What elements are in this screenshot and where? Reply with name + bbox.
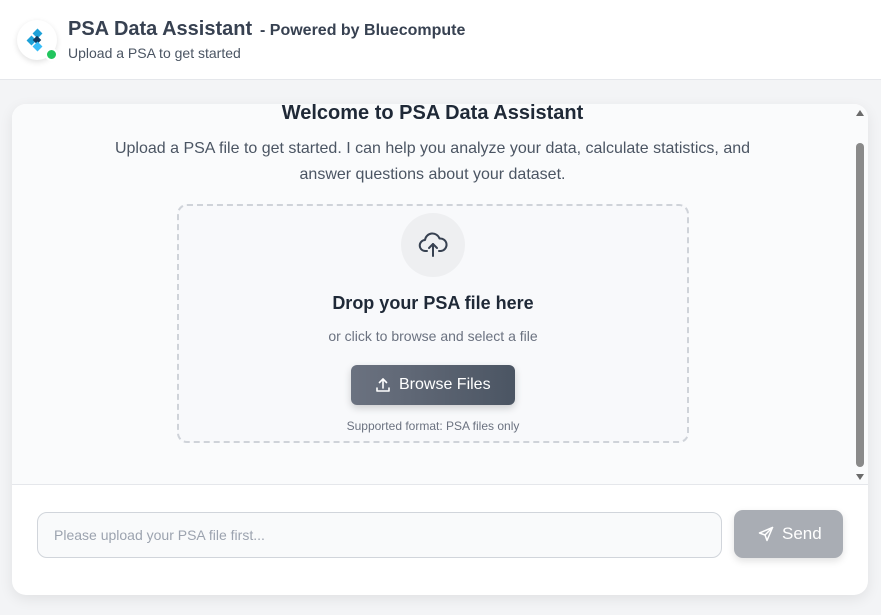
welcome-title: Welcome to PSA Data Assistant [281, 104, 584, 124]
app-header: PSA Data Assistant - Powered by Bluecomp… [0, 0, 881, 80]
scroll-up-arrow-icon[interactable] [856, 110, 864, 116]
message-input[interactable] [37, 512, 722, 558]
send-button[interactable]: Send [734, 510, 843, 558]
online-status-dot [45, 48, 58, 61]
app-subtitle: Upload a PSA to get started [68, 45, 241, 61]
send-icon [758, 526, 774, 542]
app-title: PSA Data Assistant [68, 18, 253, 40]
dropzone-subtitle: or click to browse and select a file [328, 328, 538, 344]
upload-icon-circle [401, 213, 465, 277]
chat-panel: Welcome to PSA Data Assistant Upload a P… [12, 104, 868, 595]
welcome-text: Upload a PSA file to get started. I can … [114, 140, 751, 183]
cloud-upload-icon [418, 232, 448, 257]
browse-files-button[interactable]: Browse Files [351, 365, 515, 405]
chat-messages-area: Welcome to PSA Data Assistant Upload a P… [12, 104, 868, 485]
browse-files-label: Browse Files [399, 376, 491, 393]
upload-icon [376, 378, 390, 392]
dropzone-title: Drop your PSA file here [332, 293, 534, 313]
file-dropzone[interactable]: Drop your PSA file here or click to brow… [177, 204, 689, 443]
powered-by-label: - Powered by Bluecompute [260, 22, 466, 39]
send-label: Send [782, 524, 822, 543]
supported-format-note: Supported format: PSA files only [346, 419, 520, 433]
scroll-down-arrow-icon[interactable] [856, 474, 864, 480]
scrollbar-thumb[interactable] [856, 143, 864, 467]
chat-scrollbar[interactable] [853, 104, 868, 485]
bluecompute-logo-icon [26, 28, 43, 52]
